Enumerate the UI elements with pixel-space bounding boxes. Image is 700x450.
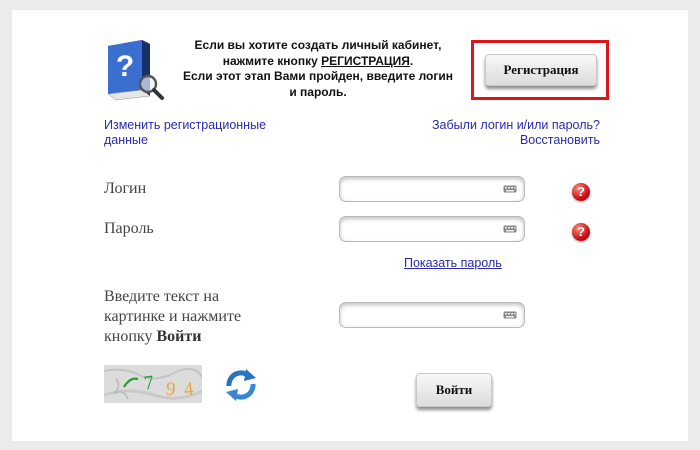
intro-line-2-prefix: нажмите кнопку: [222, 53, 322, 68]
keyboard-icon[interactable]: [503, 225, 517, 233]
intro-registration-word: РЕГИСТРАЦИЯ: [321, 53, 410, 68]
login-button[interactable]: Войти: [416, 373, 492, 407]
keyboard-icon[interactable]: [503, 185, 517, 193]
intro-line-2: нажмите кнопку РЕГИСТРАЦИЯ.: [168, 54, 468, 70]
help-book-icon: ?: [107, 40, 164, 101]
intro-text: Если вы хотите создать личный кабинет, н…: [168, 38, 468, 100]
register-button[interactable]: Регистрация: [485, 54, 597, 86]
captcha-input[interactable]: [348, 304, 498, 326]
intro-line-4: и пароль.: [289, 84, 347, 99]
intro-line-2-suffix: .: [409, 53, 414, 68]
restore-link[interactable]: Восстановить: [400, 133, 600, 148]
captcha-prompt-line-3: кнопку Войти: [104, 327, 274, 347]
keyboard-icon[interactable]: [503, 311, 517, 319]
svg-text:?: ?: [116, 50, 134, 83]
password-label: Пароль: [104, 220, 154, 237]
captcha-prompt: Введите текст на картинке и нажмите кноп…: [104, 287, 274, 347]
captcha-prompt-line-2: картинке и нажмите: [104, 308, 242, 325]
captcha-prompt-line-1: Введите текст на: [104, 288, 220, 305]
login-help-question-icon[interactable]: ?: [572, 183, 590, 201]
forgot-credentials-link[interactable]: Забыли логин и/или пароль? Восстановить: [400, 118, 600, 148]
refresh-icon[interactable]: [222, 366, 260, 404]
intro-line-3: Если этот этап Вами пройден, введите лог…: [182, 69, 454, 83]
login-input[interactable]: [348, 178, 498, 200]
intro-line-1: Если вы хотите создать личный кабинет,: [194, 38, 442, 52]
password-input[interactable]: [348, 218, 498, 240]
captcha-prompt-button-word: Войти: [156, 328, 202, 345]
captcha-prompt-line-3-prefix: кнопку: [104, 328, 157, 345]
change-registration-data-link[interactable]: Изменить регистрационные данные: [104, 118, 304, 148]
login-label: Логин: [104, 180, 147, 197]
captcha-image: 7 9 4: [104, 365, 202, 403]
show-password-link[interactable]: Показать пароль: [404, 256, 502, 271]
captcha-field-box[interactable]: [339, 302, 525, 328]
forgot-credentials-line-1[interactable]: Забыли логин и/или пароль?: [400, 118, 600, 133]
password-field-box[interactable]: [339, 216, 525, 242]
login-field-box[interactable]: [339, 176, 525, 202]
password-help-question-icon[interactable]: ?: [572, 223, 590, 241]
